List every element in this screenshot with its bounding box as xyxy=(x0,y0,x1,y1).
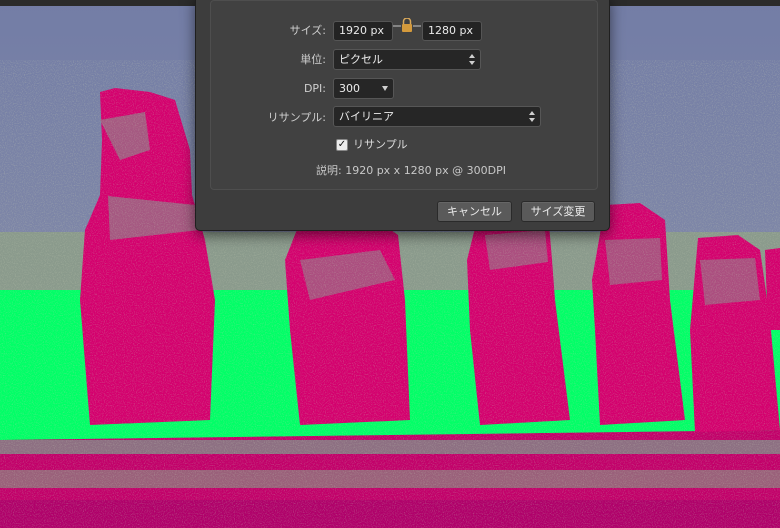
resample-checkbox-label: リサンプル xyxy=(353,138,408,151)
unit-select[interactable]: ピクセル xyxy=(333,49,481,70)
unit-select-value: ピクセル xyxy=(339,53,383,66)
up-down-arrows-icon xyxy=(469,54,475,65)
width-field[interactable]: 1920 px xyxy=(333,21,393,41)
resample-select[interactable]: バイリニア xyxy=(333,106,541,127)
unit-label: 単位: xyxy=(300,53,326,66)
dpi-select-value: 300 xyxy=(339,82,360,95)
dpi-select[interactable]: 300 xyxy=(333,78,394,99)
dpi-label: DPI: xyxy=(303,82,326,95)
resize-button[interactable]: サイズ変更 xyxy=(521,201,595,222)
resample-checkbox[interactable]: ✓ xyxy=(336,139,348,151)
resize-document-dialog: サイズ: 1920 px 1280 px 単位: ピクセル DPI: 300 リ… xyxy=(195,0,610,231)
cancel-button[interactable]: キャンセル xyxy=(437,201,512,222)
resample-select-value: バイリニア xyxy=(339,110,394,123)
description-text: 説明: 1920 px x 1280 px @ 300DPI xyxy=(316,164,507,177)
lock-icon[interactable] xyxy=(393,18,421,32)
up-down-arrows-icon xyxy=(529,111,535,122)
height-field[interactable]: 1280 px xyxy=(422,21,482,41)
size-label: サイズ: xyxy=(289,24,326,37)
resample-label: リサンプル: xyxy=(267,111,326,124)
triangle-down-icon xyxy=(382,86,388,91)
